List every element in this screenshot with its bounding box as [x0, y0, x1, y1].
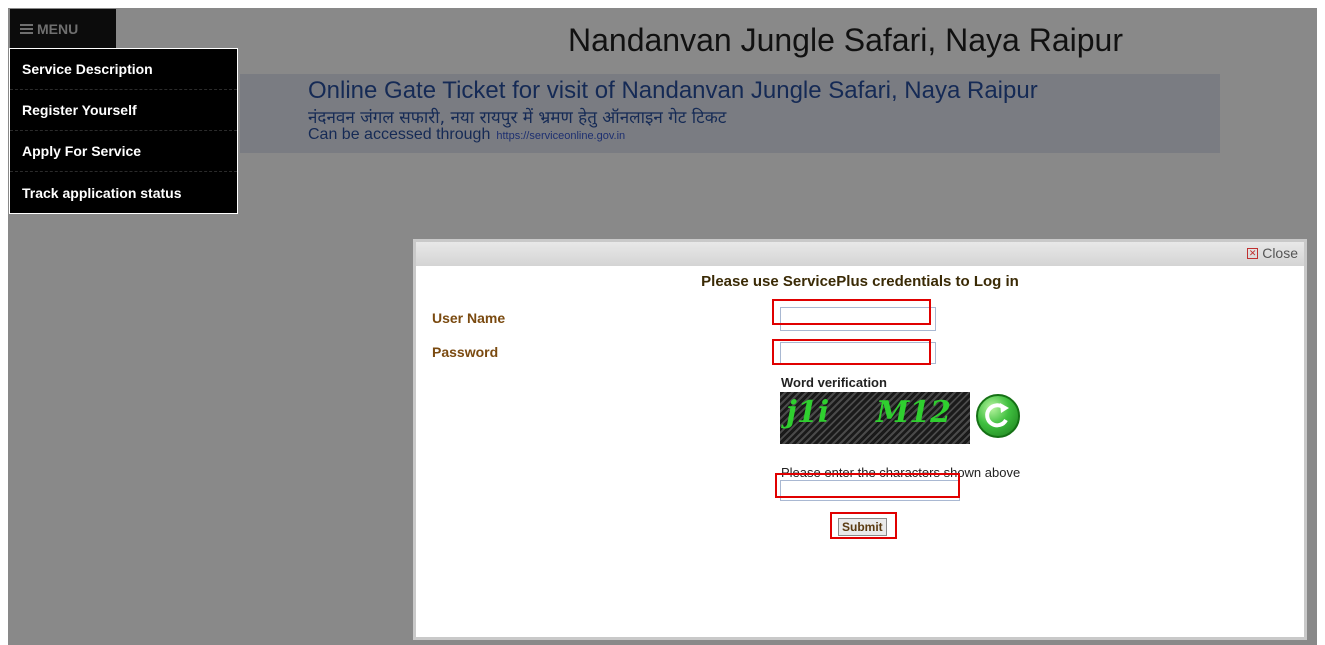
captcha-hint: Please enter the characters shown above [781, 465, 1021, 480]
page-frame: MENU Nandanvan Jungle Safari, Naya Raipu… [8, 8, 1317, 645]
login-dialog: ✕ Close Please use ServicePlus credentia… [413, 239, 1307, 640]
banner-access-line: Can be accessed through https://serviceon… [308, 126, 625, 144]
menu-item-track-application-status[interactable]: Track application status [10, 172, 237, 213]
menu-item-register-yourself[interactable]: Register Yourself [10, 90, 237, 131]
username-label: User Name [432, 310, 506, 326]
captcha-text-1: j1i [786, 395, 830, 430]
close-icon: ✕ [1247, 247, 1259, 259]
captcha-image: j1i M12 [780, 392, 970, 444]
submit-button[interactable]: Submit [838, 518, 887, 536]
menu-item-apply-for-service[interactable]: Apply For Service [10, 131, 237, 172]
close-button[interactable]: ✕ Close [1247, 245, 1298, 261]
service-banner: Online Gate Ticket for visit of Nandanva… [240, 74, 1220, 153]
captcha-input[interactable] [780, 480, 960, 501]
password-label: Password [432, 344, 499, 360]
password-input[interactable] [780, 342, 936, 364]
dialog-heading: Please use ServicePlus credentials to Lo… [701, 273, 1019, 290]
menu-dropdown: Service Description Register Yourself Ap… [9, 48, 238, 214]
hamburger-icon [20, 22, 33, 36]
menu-button-label: MENU [37, 20, 79, 37]
close-label: Close [1262, 245, 1298, 261]
username-input[interactable] [780, 307, 936, 331]
banner-title-en: Online Gate Ticket for visit of Nandanva… [308, 77, 1038, 104]
menu-button[interactable]: MENU [10, 9, 116, 48]
banner-access-text: Can be accessed through [308, 126, 491, 143]
banner-url-link[interactable]: https://serviceonline.gov.in [496, 130, 625, 142]
page-title: Nandanvan Jungle Safari, Naya Raipur [568, 22, 1123, 58]
dialog-header: ✕ Close [416, 242, 1304, 266]
captcha-refresh-icon[interactable] [976, 394, 1020, 438]
captcha-text-2: M12 [876, 395, 951, 430]
word-verification-label: Word verification [781, 375, 887, 390]
banner-title-hi: नंदनवन जंगल सफारी, नया रायपुर में भ्रमण … [308, 108, 727, 128]
menu-item-service-description[interactable]: Service Description [10, 49, 237, 90]
